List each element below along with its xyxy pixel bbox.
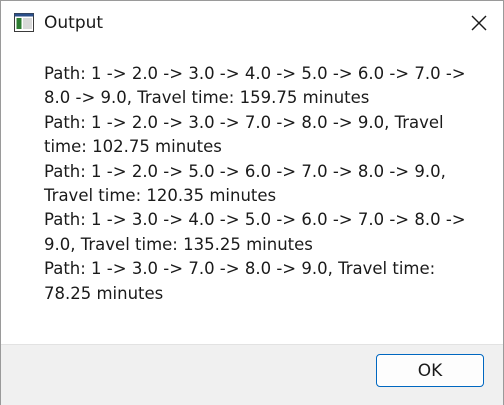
- message-line: Travel time: 120.35 minutes: [44, 186, 277, 206]
- message-line: Path: 1 -> 3.0 -> 4.0 -> 5.0 -> 6.0 -> 7…: [44, 210, 466, 230]
- message-line: 78.25 minutes: [44, 283, 164, 303]
- title-bar[interactable]: Output: [1, 1, 503, 45]
- message-line: Path: 1 -> 3.0 -> 7.0 -> 8.0 -> 9.0, Tra…: [44, 259, 436, 279]
- window-title: Output: [44, 13, 104, 33]
- message-line: Path: 1 -> 2.0 -> 5.0 -> 6.0 -> 7.0 -> 8…: [44, 161, 446, 181]
- close-button[interactable]: [455, 1, 503, 45]
- dialog-footer: OK: [1, 344, 503, 405]
- message-body: Path: 1 -> 2.0 -> 3.0 -> 4.0 -> 5.0 -> 6…: [44, 62, 484, 306]
- close-icon: [471, 15, 487, 31]
- message-line: Path: 1 -> 2.0 -> 3.0 -> 4.0 -> 5.0 -> 6…: [44, 64, 466, 83]
- message-line: Path: 1 -> 2.0 -> 3.0 -> 7.0 -> 8.0 -> 9…: [44, 112, 444, 132]
- output-dialog: Output Path: 1 -> 2.0 -> 3.0 -> 4.0 -> 5…: [0, 0, 504, 405]
- message-line: time: 102.75 minutes: [44, 137, 222, 157]
- message-line: 8.0 -> 9.0, Travel time: 159.75 minutes: [44, 88, 370, 108]
- window-app-icon: [14, 13, 34, 32]
- message-line: 9.0, Travel time: 135.25 minutes: [44, 234, 313, 254]
- ok-button[interactable]: OK: [376, 354, 484, 387]
